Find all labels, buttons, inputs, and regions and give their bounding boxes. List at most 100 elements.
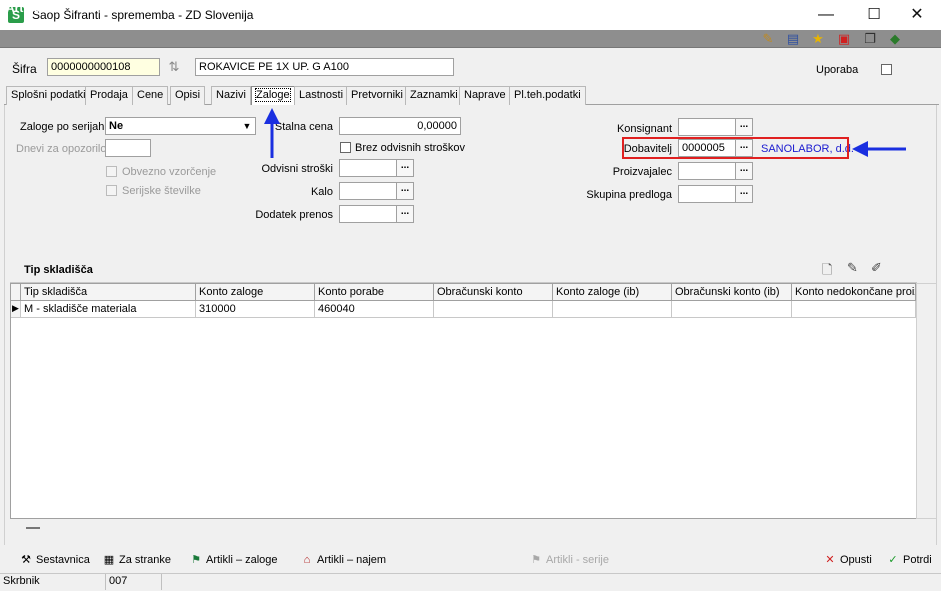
form-title: Artikel [6, 1, 44, 15]
proizvajalec-label: Proizvajalec [612, 166, 672, 178]
column-header[interactable]: Konto nedokončane proizv [792, 284, 916, 301]
grid-title: Tip skladišča [24, 264, 93, 276]
minimize-button[interactable]: — [803, 0, 849, 30]
kalo-lookup-button[interactable]: ... [396, 182, 414, 200]
tab-nazivi[interactable]: Nazivi [211, 86, 251, 105]
maximize-button[interactable]: ☐ [851, 0, 897, 30]
stalna-cena-input[interactable]: 0,00000 [339, 117, 461, 135]
obvezno-label: Obvezno vzorčenje [122, 166, 217, 178]
skupina-predloga-lookup-button[interactable]: ... [735, 185, 753, 203]
status-code: 007 [106, 574, 162, 590]
edit-record-icon[interactable]: ✎ [847, 260, 858, 276]
proizvajalec-input[interactable] [678, 162, 736, 180]
table-cell[interactable]: 310000 [196, 301, 315, 318]
vertical-scrollbar[interactable] [916, 283, 937, 519]
kalo-label: Kalo [310, 186, 333, 198]
serijske-checkbox[interactable] [106, 185, 117, 196]
sifra-label: Šifra [12, 62, 37, 76]
table-cell[interactable]: M - skladišče materiala [21, 301, 196, 318]
column-header[interactable]: Konto zaloge (ib) [553, 284, 672, 301]
konsignant-label: Konsignant [616, 123, 672, 135]
odvisni-stroski-label: Odvisni stroški [261, 163, 333, 175]
series-icon: ⚑ [531, 554, 541, 566]
artikli-serije-button[interactable]: ⚑ Artikli - serije [528, 551, 609, 569]
list-icon[interactable]: ▤ [785, 31, 801, 47]
highlight-box [622, 137, 849, 159]
table-cell[interactable] [792, 301, 916, 318]
annotation-arrow-up-icon [264, 108, 280, 158]
dnevi-input[interactable] [105, 139, 151, 157]
status-user: Skrbnik [0, 574, 106, 590]
tab-pl-teh-podatki[interactable]: Pl.teh.podatki [509, 86, 586, 105]
tip-skladisca-grid[interactable] [10, 283, 917, 519]
column-header[interactable]: Konto porabe [315, 284, 434, 301]
tab-opisi[interactable]: Opisi [170, 86, 206, 105]
table-cell[interactable] [672, 301, 792, 318]
odvisni-stroski-input[interactable] [339, 159, 397, 177]
tab-zaloge[interactable]: Zaloge [251, 86, 295, 106]
konsignant-lookup-button[interactable]: ... [735, 118, 753, 136]
cancel-icon: ✕ [825, 554, 835, 566]
opusti-button[interactable]: ✕ Opusti [822, 551, 871, 569]
brez-odvisnih-label: Brez odvisnih stroškov [355, 142, 466, 154]
grid-corner [11, 284, 21, 301]
chevron-down-icon[interactable]: ▼ [240, 119, 254, 133]
rent-icon: ⌂ [303, 554, 311, 566]
tab-pretvorniki[interactable]: Pretvorniki [346, 86, 408, 105]
kalo-input[interactable] [339, 182, 397, 200]
zaloge-po-serijah-select[interactable]: Ne [105, 117, 256, 135]
lookup-icon[interactable]: ⇅ [166, 59, 182, 75]
brez-odvisnih-checkbox[interactable] [340, 142, 351, 153]
new-record-icon[interactable]: 🗋 [822, 261, 832, 283]
za-stranke-button[interactable]: ▦ Za stranke [101, 551, 171, 569]
name-input[interactable]: ROKAVICE PE 1X UP. G A100 [195, 58, 454, 76]
artikli-najem-button[interactable]: ⌂ Artikli – najem [299, 551, 386, 569]
proizvajalec-lookup-button[interactable]: ... [735, 162, 753, 180]
obvezno-checkbox[interactable] [106, 166, 117, 177]
tab-naprave[interactable]: Naprave [459, 86, 511, 105]
export-icon[interactable]: ◆ [887, 31, 903, 47]
close-button[interactable]: ✕ [894, 0, 940, 30]
edit-icon[interactable]: ✎ [760, 31, 776, 47]
uporaba-checkbox[interactable] [881, 64, 892, 75]
artikli-zaloge-button[interactable]: ⚑ Artikli – zaloge [188, 551, 277, 569]
column-header[interactable]: Obračunski konto [434, 284, 553, 301]
sestavnica-button[interactable]: ⚒ Sestavnica [18, 551, 90, 569]
dodatek-prenos-lookup-button[interactable]: ... [396, 205, 414, 223]
row-marker[interactable]: ▶ [11, 301, 21, 318]
window-title: Saop Šifranti - sprememba - ZD Slovenija [32, 8, 254, 22]
tab-cene[interactable]: Cene [132, 86, 169, 105]
table-cell[interactable] [553, 301, 672, 318]
zaloge-po-serijah-label: Zaloge po serijah [20, 121, 105, 133]
tab-prodaja[interactable]: Prodaja [85, 86, 133, 105]
skupina-predloga-label: Skupina predloga [586, 189, 672, 201]
grip-icon [26, 527, 40, 529]
book-icon: ▦ [103, 554, 115, 566]
konsignant-input[interactable] [678, 118, 736, 136]
tools-icon: ⚒ [21, 554, 31, 566]
check-icon: ✓ [888, 554, 898, 566]
grid-header-bar [10, 258, 917, 283]
potrdi-button[interactable]: ✓ Potrdi [885, 551, 931, 569]
tab-zaznamki[interactable]: Zaznamki [405, 86, 463, 105]
tab-lastnosti[interactable]: Lastnosti [294, 86, 349, 105]
odvisni-stroski-lookup-button[interactable]: ... [396, 159, 414, 177]
delete-icon[interactable]: ▣ [836, 31, 852, 47]
star-icon[interactable]: ★ [810, 31, 826, 47]
column-header[interactable]: Konto zaloge [196, 284, 315, 301]
skupina-predloga-input[interactable] [678, 185, 736, 203]
table-cell[interactable] [434, 301, 553, 318]
dodatek-prenos-label: Dodatek prenos [255, 209, 333, 221]
dodatek-prenos-input[interactable] [339, 205, 397, 223]
copy-icon[interactable]: ❐ [862, 31, 878, 47]
column-header[interactable]: Tip skladišča [21, 284, 196, 301]
annotation-arrow-left-icon [852, 141, 906, 157]
stock-icon: ⚑ [191, 554, 201, 566]
table-cell[interactable]: 460040 [315, 301, 434, 318]
sifra-input[interactable]: 0000000000108 [47, 58, 160, 76]
edit-all-icon[interactable]: ✐ [871, 260, 882, 276]
column-header[interactable]: Obračunski konto (ib) [672, 284, 792, 301]
uporaba-label: Uporaba [816, 64, 859, 76]
tab-splosni-podatki[interactable]: Splošni podatki [6, 86, 91, 105]
dnevi-label: Dnevi za opozorilo [16, 143, 107, 155]
